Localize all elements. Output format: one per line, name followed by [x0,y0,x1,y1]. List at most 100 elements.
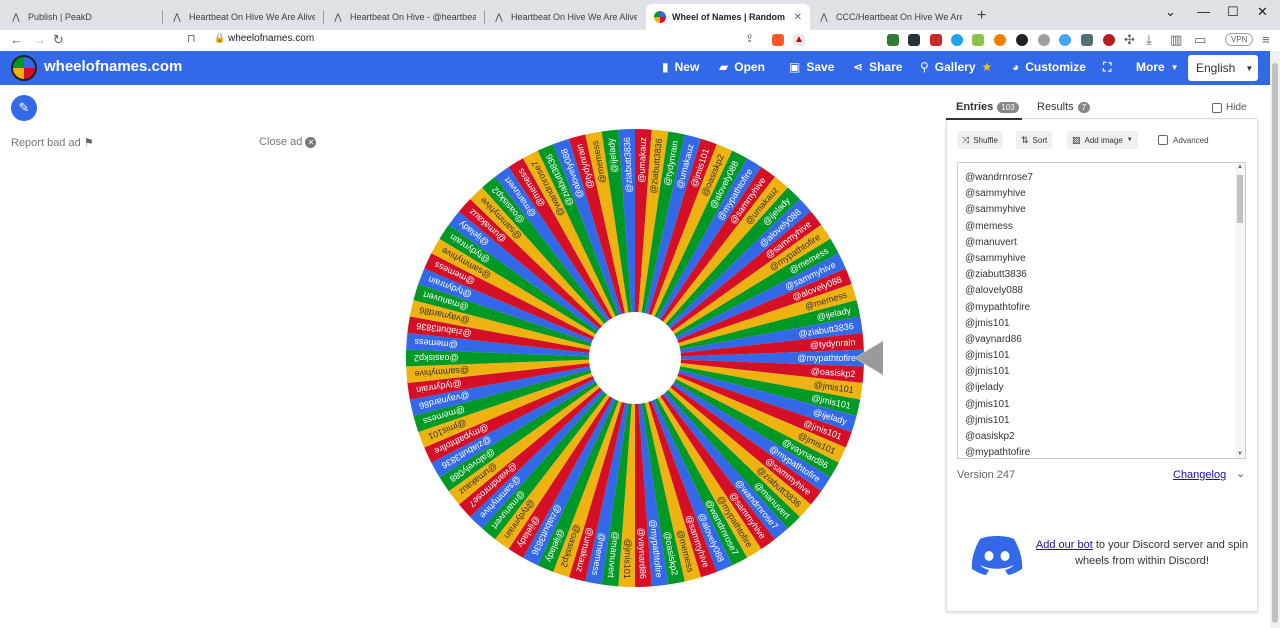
wheel-slice-label: @vaynard86 [636,528,648,580]
minimize-icon[interactable]: — [1197,4,1210,19]
peakd-icon: ⋀ [12,11,20,22]
tab-search-icon[interactable]: ⌄ [1165,4,1176,20]
browser-tab[interactable]: ⋀ Heartbeat On Hive We Are Alive Tribe [485,4,645,30]
entry-line[interactable]: @mypathtofire [965,445,1245,458]
entry-line[interactable]: @jmis101 [965,316,1245,332]
browser-tab[interactable]: ⋀ Heartbeat On Hive - @heartbeatonhive [324,4,484,30]
shuffle-button[interactable]: ⤨ Shuffle [957,131,1003,149]
lock-icon: 🔒 [214,33,226,43]
entry-line[interactable]: @jmis101 [965,413,1245,429]
entry-line[interactable]: @wandrnrose7 [965,170,1245,186]
entry-line[interactable]: @manuvert [965,235,1245,251]
new-tab-button[interactable]: + [977,7,986,25]
open-button[interactable]: ▰ Open [719,60,765,74]
entry-line[interactable]: @jmis101 [965,397,1245,413]
wheel-slice-label: @ziabutt3836 [622,137,634,193]
entry-line[interactable]: @memess [965,219,1245,235]
entry-line[interactable]: @ziabutt3836 [965,267,1245,283]
extension-icon[interactable] [887,34,899,46]
entries-scrollbar[interactable]: ▲ ▼ [1235,163,1245,458]
add-image-button[interactable]: ▨ Add image ▼ [1067,131,1138,149]
fullscreen-button[interactable]: ⛶ [1103,60,1111,75]
extension-icon[interactable] [951,34,963,46]
add-bot-link[interactable]: Add our bot [1036,539,1093,551]
entry-line[interactable]: @sammyhive [965,186,1245,202]
browser-tab[interactable]: ⋀ CCC/Heartbeat On Hive We Are Alive [810,4,970,30]
extension-icon[interactable] [1059,34,1071,46]
language-select[interactable]: English ▼ [1188,55,1258,81]
entry-line[interactable]: @jmis101 [965,348,1245,364]
extension-icon[interactable] [908,34,920,46]
hide-checkbox[interactable] [1212,102,1222,113]
scroll-down-icon[interactable]: ▼ [1237,451,1243,457]
report-bad-ad-link[interactable]: Report bad ad ⚑ [11,136,94,149]
close-ad-link[interactable]: Close ad ✕ [259,136,317,148]
download-icon[interactable]: ⤓ [1146,32,1152,48]
close-window-icon[interactable]: ✕ [1257,4,1268,20]
browser-tab[interactable]: ⋀ Publish | PeakD [2,4,162,30]
more-button[interactable]: More ▼ [1136,60,1179,74]
wheel-logo-icon[interactable] [11,55,37,81]
wallet-icon[interactable]: ▭ [1194,32,1206,48]
entry-line[interactable]: @mypathtofire [965,300,1245,316]
extension-icon[interactable] [994,34,1006,46]
scroll-up-icon[interactable]: ▲ [1237,164,1243,170]
discord-icon[interactable] [970,533,1024,575]
share-button[interactable]: ⋖ Share [853,60,902,74]
maximize-icon[interactable]: ☐ [1227,4,1239,20]
extension-icon[interactable] [1081,34,1093,46]
reload-icon[interactable]: ↻ [53,32,64,48]
share-page-icon[interactable]: ⇪ [745,32,754,45]
edit-pencil-button[interactable]: ✎ [11,95,37,121]
fullscreen-icon: ⛶ [1103,60,1112,74]
spin-wheel[interactable]: @mypathtofire@oasiskp2@jmis101@jmis101@i… [403,126,883,590]
url-field[interactable]: wheelofnames.com [228,33,314,44]
wheel-center-hub[interactable] [589,312,681,404]
entry-line[interactable]: @jmis101 [965,364,1245,380]
brand-name[interactable]: wheelofnames.com [44,58,182,75]
app-header: wheelofnames.com ▮ New ▰ Open ▣ Save ⋖ S… [0,51,1270,85]
extension-icon[interactable] [930,34,942,46]
entry-line[interactable]: @sammyhive [965,202,1245,218]
vpn-button[interactable]: VPN [1225,33,1254,46]
extension-icon[interactable] [1038,34,1050,46]
bookmark-icon[interactable]: ⊓ [187,32,196,45]
entry-line[interactable]: @vaynard86 [965,332,1245,348]
forward-icon[interactable]: → [33,32,46,47]
caret-down-icon: ▼ [1170,62,1179,72]
advanced-checkbox[interactable] [1158,135,1168,145]
gallery-button[interactable]: ⚲ Gallery ★ [920,60,992,74]
back-icon[interactable]: ← [10,32,23,47]
hide-toggle[interactable]: Hide [1212,102,1247,113]
brave-shield-icon[interactable] [772,34,784,46]
page-scrollbar[interactable] [1270,51,1280,628]
extension-icon[interactable] [972,34,984,46]
rewards-icon[interactable]: ▲ [793,34,805,46]
tab-results[interactable]: Results 7 [1037,101,1091,113]
wheel-slice-label: @jmis101 [622,539,633,579]
extension-icon[interactable] [1103,34,1115,46]
entry-line[interactable]: @sammyhive [965,251,1245,267]
entry-line[interactable]: @ijelady [965,380,1245,396]
extension-icon[interactable] [1016,34,1028,46]
browser-tab-active[interactable]: Wheel of Names | Random name ✕ [646,4,810,30]
menu-icon[interactable]: ≡ [1262,32,1270,47]
sort-button[interactable]: ⇅ Sort [1016,131,1053,149]
tab-entries[interactable]: Entries 103 [956,101,1019,113]
close-tab-icon[interactable]: ✕ [794,12,802,23]
puzzle-icon[interactable]: ✣ [1124,32,1135,48]
palette-icon: ◕ [1012,60,1020,74]
advanced-toggle[interactable]: Advanced [1158,135,1209,145]
new-button[interactable]: ▮ New [662,60,699,74]
changelog-link[interactable]: Changelog [1173,469,1226,481]
chevron-down-icon[interactable]: ⌄ [1236,467,1245,480]
entry-line[interactable]: @alovely088 [965,283,1245,299]
entry-line[interactable]: @oasiskp2 [965,429,1245,445]
entries-textarea[interactable]: @wandrnrose7 @sammyhive @sammyhive @memess @… [957,162,1246,459]
save-button[interactable]: ▣ Save [789,60,834,74]
sidebar-icon[interactable]: ▥ [1170,32,1182,48]
wheel-slice-label: @oasiskp2 [414,353,459,363]
customize-button[interactable]: ◕ Customize [1012,60,1086,74]
browser-tab[interactable]: ⋀ Heartbeat On Hive We Are Alive Tribe [163,4,323,30]
file-icon: ▮ [662,60,669,74]
